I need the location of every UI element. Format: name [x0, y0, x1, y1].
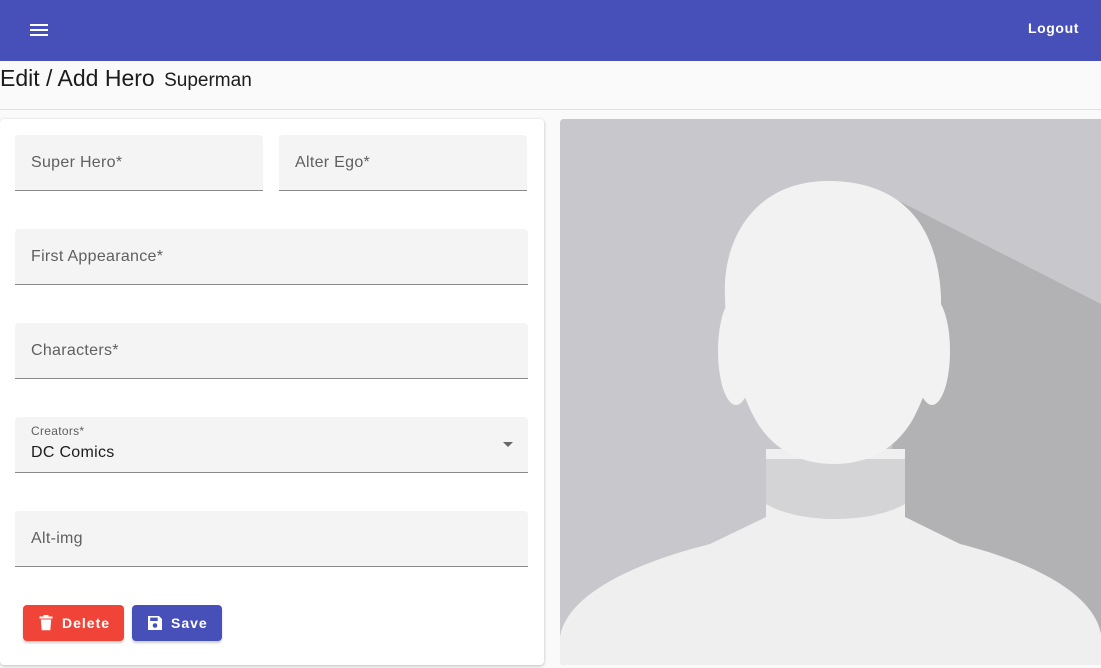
- super-hero-label: Super Hero*: [31, 154, 123, 171]
- creators-label: Creators*: [31, 424, 85, 438]
- delete-button-label: Delete: [62, 615, 111, 631]
- first-appearance-field[interactable]: First Appearance*: [15, 229, 528, 285]
- avatar-placeholder-icon: [560, 119, 1101, 665]
- page-header: Edit / Add Hero Superman: [0, 63, 1101, 110]
- hero-form-card: Super Hero* Alter Ego* First Appearance*…: [0, 119, 544, 665]
- page-title-text: Edit / Add Hero: [0, 65, 155, 91]
- alter-ego-field[interactable]: Alter Ego*: [279, 135, 527, 191]
- trash-icon: [39, 615, 53, 631]
- characters-field[interactable]: Characters*: [15, 323, 528, 379]
- first-appearance-label: First Appearance*: [31, 248, 164, 265]
- hero-image-card: [560, 119, 1101, 665]
- dropdown-arrow-icon: [503, 442, 513, 447]
- alt-img-field[interactable]: Alt-img: [15, 511, 528, 567]
- top-toolbar: Logout: [0, 0, 1101, 61]
- creators-select[interactable]: Creators* DC Comics: [15, 417, 528, 473]
- menu-button[interactable]: [20, 11, 58, 49]
- characters-label: Characters*: [31, 342, 119, 359]
- floppy-disk-icon: [148, 616, 162, 630]
- alter-ego-label: Alter Ego*: [295, 154, 371, 171]
- logout-button[interactable]: Logout: [1028, 20, 1079, 36]
- save-button[interactable]: Save: [132, 605, 222, 641]
- delete-button[interactable]: Delete: [23, 605, 124, 641]
- super-hero-field[interactable]: Super Hero*: [15, 135, 263, 191]
- page-subtitle: Superman: [164, 70, 252, 91]
- creators-value: DC Comics: [31, 444, 115, 461]
- save-button-label: Save: [171, 615, 208, 631]
- page-title: Edit / Add Hero Superman: [0, 65, 252, 92]
- menu-icon: [30, 24, 48, 36]
- alt-img-label: Alt-img: [31, 530, 83, 547]
